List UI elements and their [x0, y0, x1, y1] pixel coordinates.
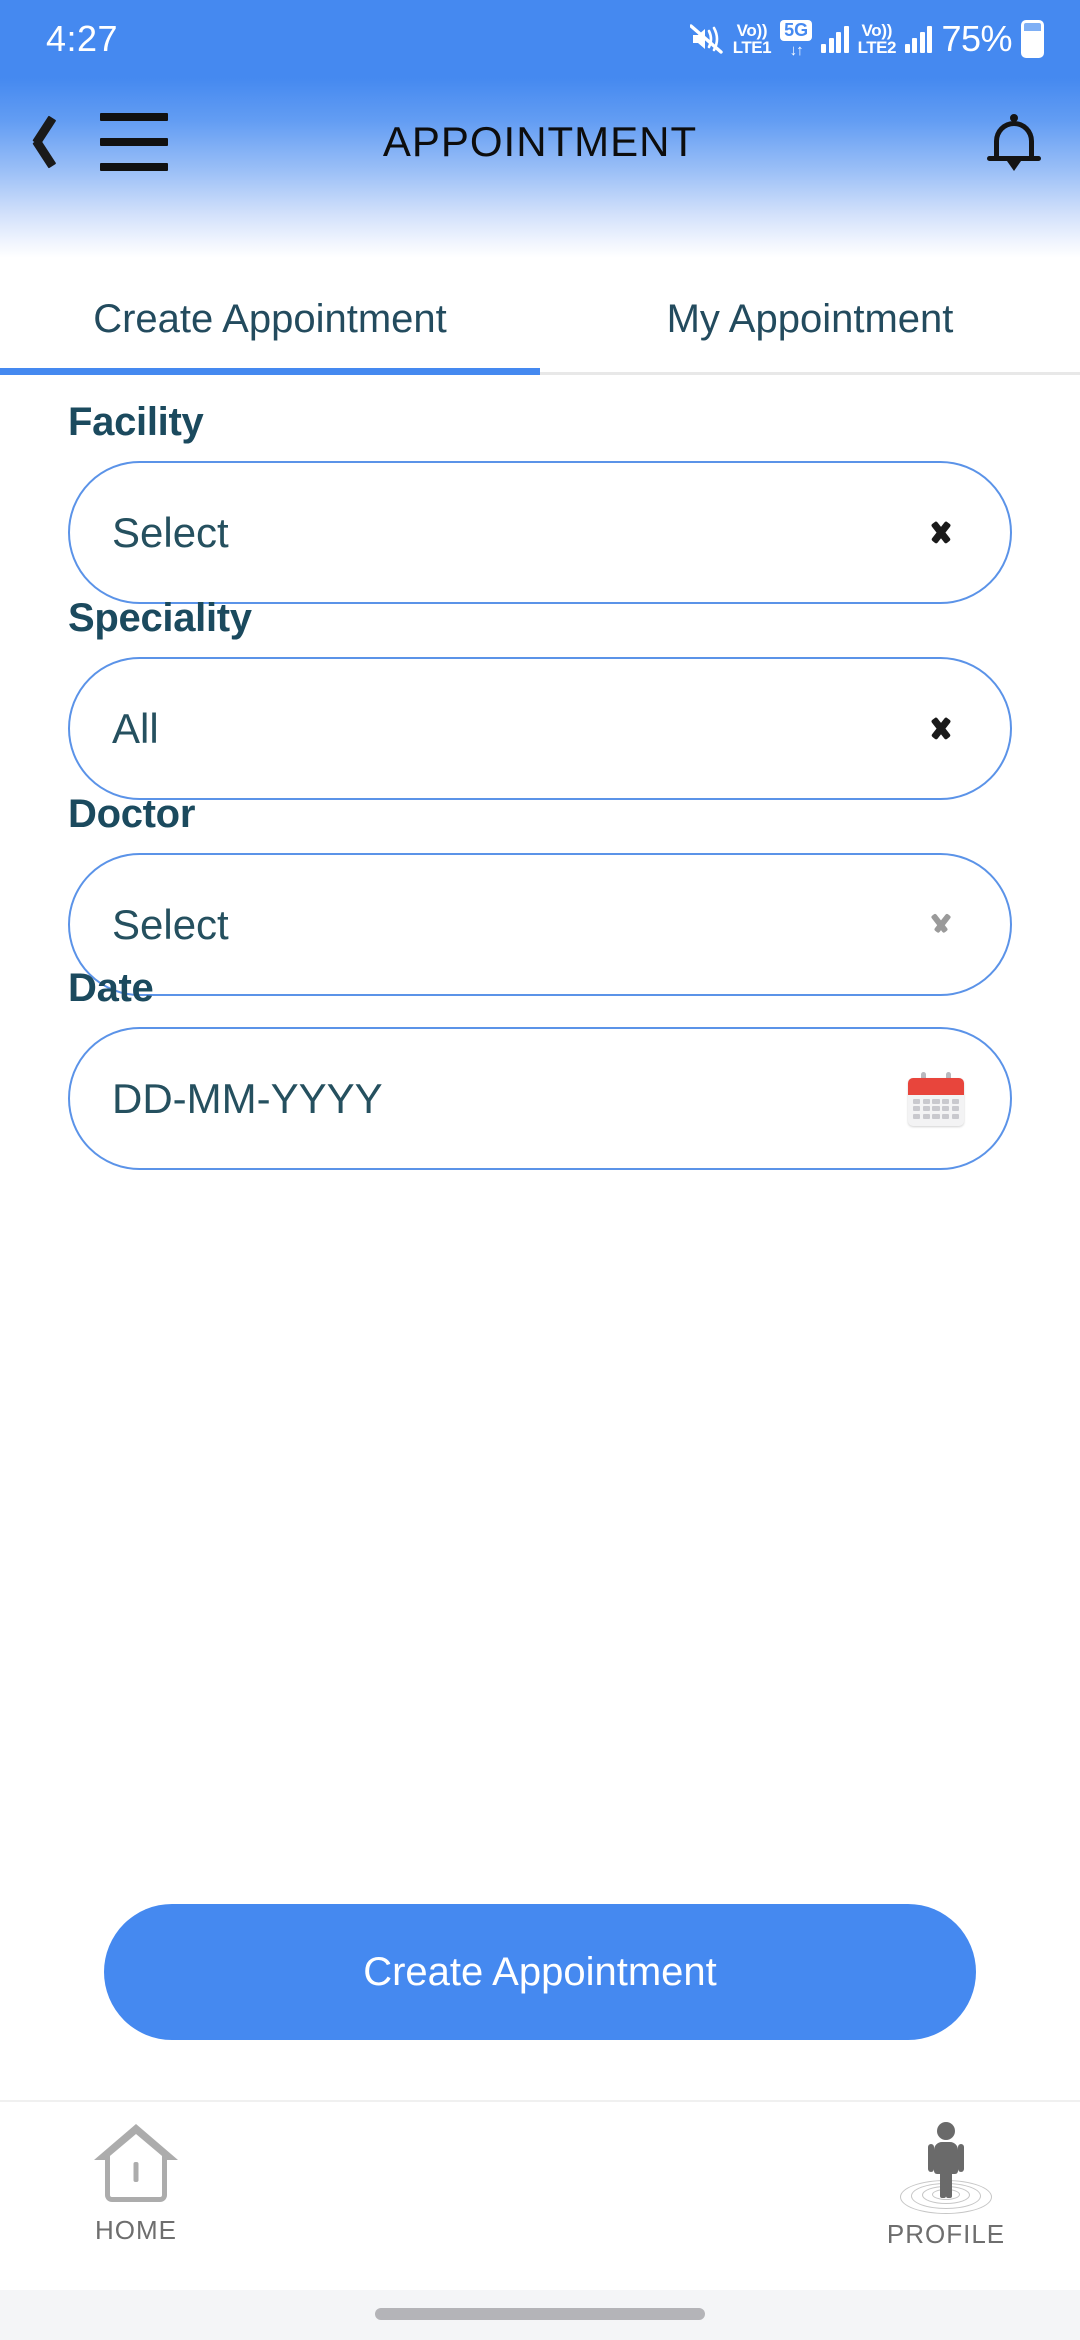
speciality-value: All [112, 704, 159, 752]
home-icon [94, 2122, 178, 2208]
nav-label-profile: PROFILE [886, 2219, 1006, 2249]
page-title: APPOINTMENT [382, 118, 698, 165]
nav-label-home: HOME [95, 2215, 177, 2245]
date-input[interactable]: DD-MM-YYYY [68, 1027, 1012, 1170]
signal-bars-icon-1 [821, 25, 849, 53]
bottom-navigation: HOME PROFILE [0, 2100, 1080, 2290]
field-label-speciality: Speciality [68, 596, 252, 640]
field-label-date: Date [68, 966, 154, 1010]
home-gesture-bar[interactable] [375, 2308, 705, 2320]
facility-dropdown[interactable]: Select [68, 461, 1012, 604]
create-appointment-button[interactable]: Create Appointment [104, 1904, 976, 2040]
app-screen: 4:27 Vo)) LTE1 5G ↓↑ Vo)) LTE2 75% APPOI… [0, 0, 1080, 2340]
header-row: APPOINTMENT [0, 78, 1080, 206]
status-bar: 4:27 Vo)) LTE1 5G ↓↑ Vo)) LTE2 75% [0, 0, 1080, 78]
battery-percent-label: 75% [941, 18, 1012, 59]
mute-icon [689, 24, 724, 54]
signal-bars-icon-2 [904, 25, 933, 53]
field-label-doctor: Doctor [68, 792, 196, 836]
nav-item-profile[interactable]: PROFILE [826, 2122, 1066, 2272]
chevron-down-icon [924, 519, 958, 553]
field-facility: Facility Select [68, 400, 1012, 604]
speciality-dropdown[interactable]: All [68, 657, 1012, 800]
app-header: APPOINTMENT [0, 78, 1080, 258]
battery-icon [1021, 20, 1044, 58]
calendar-icon[interactable] [908, 1071, 964, 1126]
volte2-icon: Vo)) LTE2 [857, 21, 897, 57]
tab-active-indicator [0, 368, 540, 375]
field-date: Date DD-MM-YYYY [68, 966, 1012, 1170]
gesture-bar-area [0, 2290, 1080, 2340]
notifications-button[interactable] [974, 108, 1054, 182]
bell-icon [987, 114, 1041, 172]
status-bar-clock: 4:27 [46, 18, 119, 59]
tab-bar: Create Appointment My Appointment [0, 262, 1080, 377]
chevron-down-icon [924, 911, 958, 945]
volte1-icon: Vo)) LTE1 [732, 21, 772, 57]
field-speciality: Speciality All [68, 596, 1012, 800]
chevron-down-icon [924, 715, 958, 749]
date-value: DD-MM-YYYY [112, 1074, 383, 1122]
tab-create-appointment[interactable]: Create Appointment [0, 262, 540, 377]
nav-item-home[interactable]: HOME [16, 2122, 256, 2272]
field-label-facility: Facility [68, 400, 204, 444]
status-bar-icons: Vo)) LTE1 5G ↓↑ Vo)) LTE2 75% [689, 18, 1044, 60]
network-5g-badge: 5G ↓↑ [780, 20, 813, 59]
profile-person-icon [898, 2122, 994, 2214]
data-transfer-arrows-icon: ↓↑ [789, 41, 804, 59]
facility-value: Select [112, 508, 229, 556]
tab-my-appointment[interactable]: My Appointment [540, 262, 1080, 377]
doctor-value: Select [112, 900, 229, 948]
